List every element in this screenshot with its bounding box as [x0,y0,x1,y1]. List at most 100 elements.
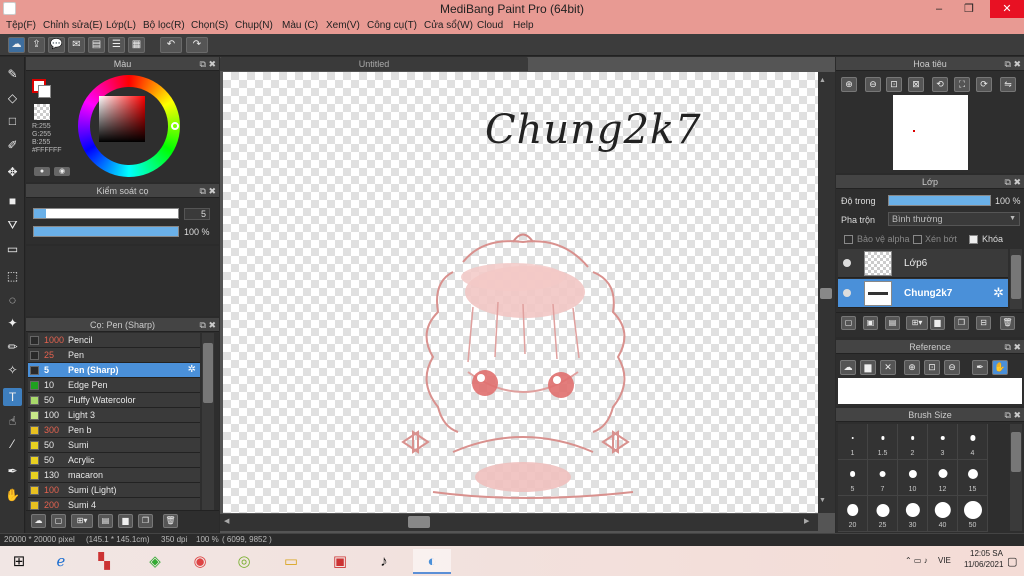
tray-icons[interactable]: ⌃ ▭ ♪ [905,556,928,565]
ref-hand-icon[interactable]: ✋ [992,360,1008,375]
menu-color[interactable]: Màu (C) [282,20,318,31]
select-eraser-icon[interactable]: ✧ [3,361,22,379]
brush-delete-icon[interactable]: 🗑 [163,514,178,528]
medibang-taskbar-icon[interactable]: ◐ [413,549,451,574]
shape-tool-icon[interactable]: ■ [3,192,22,210]
chrome-icon[interactable]: ◉ [181,549,219,574]
undo-icon[interactable]: ↶ [160,37,182,53]
saturation-square[interactable] [99,96,145,142]
new-folder-icon[interactable]: ▆ [930,316,945,330]
lasso-tool-icon[interactable]: ◌ [3,291,22,309]
maximize-button[interactable]: ❐ [955,0,983,18]
brush-item[interactable]: 5 Pen (Sharp) ✲ [28,363,200,378]
hand-tool-icon[interactable]: ✋ [3,486,22,504]
brush-size-cell[interactable]: 2 [898,424,928,460]
clipping-checkbox[interactable] [913,235,922,244]
correction-tool-icon[interactable]: ✐ [3,136,22,154]
brush-size-cell[interactable]: 20 [838,496,868,532]
document-icon[interactable]: ▤ [88,37,105,53]
reference-view[interactable] [838,378,1022,404]
menu-select[interactable]: Chọn(S) [191,20,228,31]
layer-opacity-slider[interactable] [888,195,991,206]
visibility-icon[interactable] [843,289,851,297]
panel-controls-icon[interactable]: ⧉ ✖ [1005,340,1021,354]
select-tool-icon[interactable]: ⬚ [3,267,22,285]
gradient-tool-icon[interactable]: ▭ [3,240,22,258]
visibility-icon[interactable] [843,259,851,267]
layer-row[interactable]: Chung2k7 ✲ [838,279,1008,308]
brush-size-cell[interactable]: 3 [928,424,958,460]
menu-edit[interactable]: Chỉnh sửa(E) [43,20,103,31]
layer-row[interactable]: Lớp6 [838,249,1008,278]
new-8bit-layer-icon[interactable]: ▤ [885,316,900,330]
transparent-color[interactable] [34,104,50,120]
scrollbar-thumb[interactable] [1011,432,1021,472]
brush-item[interactable]: 50 Sumi [28,438,200,453]
move-tool-icon[interactable]: ✥ [3,163,22,181]
brush-size-cell[interactable]: 25 [868,496,898,532]
panel-controls-icon[interactable]: ⧉ ✖ [200,57,216,71]
powerpoint-icon[interactable]: ▣ [321,549,359,574]
operation-tool-icon[interactable]: ☝ [3,412,22,430]
ref-open-icon[interactable]: ▆ [860,360,876,375]
brush-size-cell[interactable]: 50 [958,496,988,532]
new-brush-icon[interactable]: ▢ [51,514,66,528]
divide-tool-icon[interactable]: ⁄ [3,435,22,453]
list-icon[interactable]: ☰ [108,37,125,53]
minimize-button[interactable]: ‒ [925,0,953,18]
brush-settings-icon[interactable]: ▤ [98,514,113,528]
new-layer-icon[interactable]: ▢ [841,316,856,330]
brush-size-cell[interactable]: 15 [958,460,988,496]
clock-date[interactable]: 11/06/2021 [964,560,1003,569]
brush-opacity-slider[interactable] [33,226,179,237]
brush-tool-icon[interactable]: ✎ [3,65,22,83]
brush-size-cell[interactable]: 5 [838,460,868,496]
panel-controls-icon[interactable]: ⧉ ✖ [1005,57,1021,71]
close-button[interactable]: ✕ [990,0,1024,18]
menu-snap[interactable]: Chụp(N) [235,20,273,31]
brush-folder-icon[interactable]: ▆ [118,514,133,528]
menu-window[interactable]: Cửa sổ(W) [424,20,473,31]
text-tool-icon[interactable]: T [3,388,22,406]
ref-zoom-out-icon[interactable]: ⊖ [944,360,960,375]
panel-controls-icon[interactable]: ⧉ ✖ [1005,408,1021,422]
menu-help[interactable]: Help [513,20,534,31]
drawing-canvas[interactable]: Chung2k7 [223,72,818,513]
layer-list-scrollbar[interactable] [1010,249,1022,309]
select-pen-icon[interactable]: ✏ [3,338,22,356]
brush-size-slider[interactable] [33,208,179,219]
brush-item[interactable]: 1000 Pencil [28,333,200,348]
menu-file[interactable]: Tệp(F) [6,20,36,31]
scroll-right-icon[interactable]: ▶ [804,517,809,525]
brush-cloud-icon[interactable]: ☁ [31,514,46,528]
fit-icon[interactable]: ⛶ [954,77,970,92]
eyedropper-icon[interactable]: ✒ [3,462,22,480]
canvas-horizontal-scrollbar[interactable]: ◀ ▶ [220,514,818,531]
language-indicator[interactable]: VIE [938,556,951,565]
brush-size-cell[interactable]: 7 [868,460,898,496]
brush-item[interactable]: 50 Acrylic [28,453,200,468]
eraser-tool-icon[interactable]: ◇ [3,89,22,107]
magic-wand-icon[interactable]: ✦ [3,314,22,332]
brush-item[interactable]: 130 macaron [28,468,200,483]
color-set-icon[interactable]: ◉ [54,167,70,176]
brush-item[interactable]: 50 Fluffy Watercolor [28,393,200,408]
hue-wheel[interactable] [78,75,180,177]
menu-cloud[interactable]: Cloud [477,20,503,31]
chat-icon[interactable]: ✉ [68,37,85,53]
canvas-vertical-scrollbar[interactable]: ▲ ▼ [818,72,835,513]
brush-item[interactable]: 25 Pen [28,348,200,363]
cloud-icon[interactable]: ☁ [8,37,25,53]
fit-window-icon[interactable]: ⊡ [886,77,902,92]
ref-close-icon[interactable]: ✕ [880,360,896,375]
brush-size-cell[interactable]: 1 [838,424,868,460]
comment-icon[interactable]: 💬 [48,37,65,53]
zoom-in-icon[interactable]: ⊕ [841,77,857,92]
brush-item[interactable]: 100 Sumi (Light) [28,483,200,498]
brush-size-cell[interactable]: 30 [898,496,928,532]
solitaire-icon[interactable]: ▚ [85,549,123,574]
ref-cloud-icon[interactable]: ☁ [840,360,856,375]
navigator-thumbnail[interactable] [893,95,968,170]
new-halftone-layer-icon[interactable]: ▣ [863,316,878,330]
actual-size-icon[interactable]: ⊠ [908,77,924,92]
